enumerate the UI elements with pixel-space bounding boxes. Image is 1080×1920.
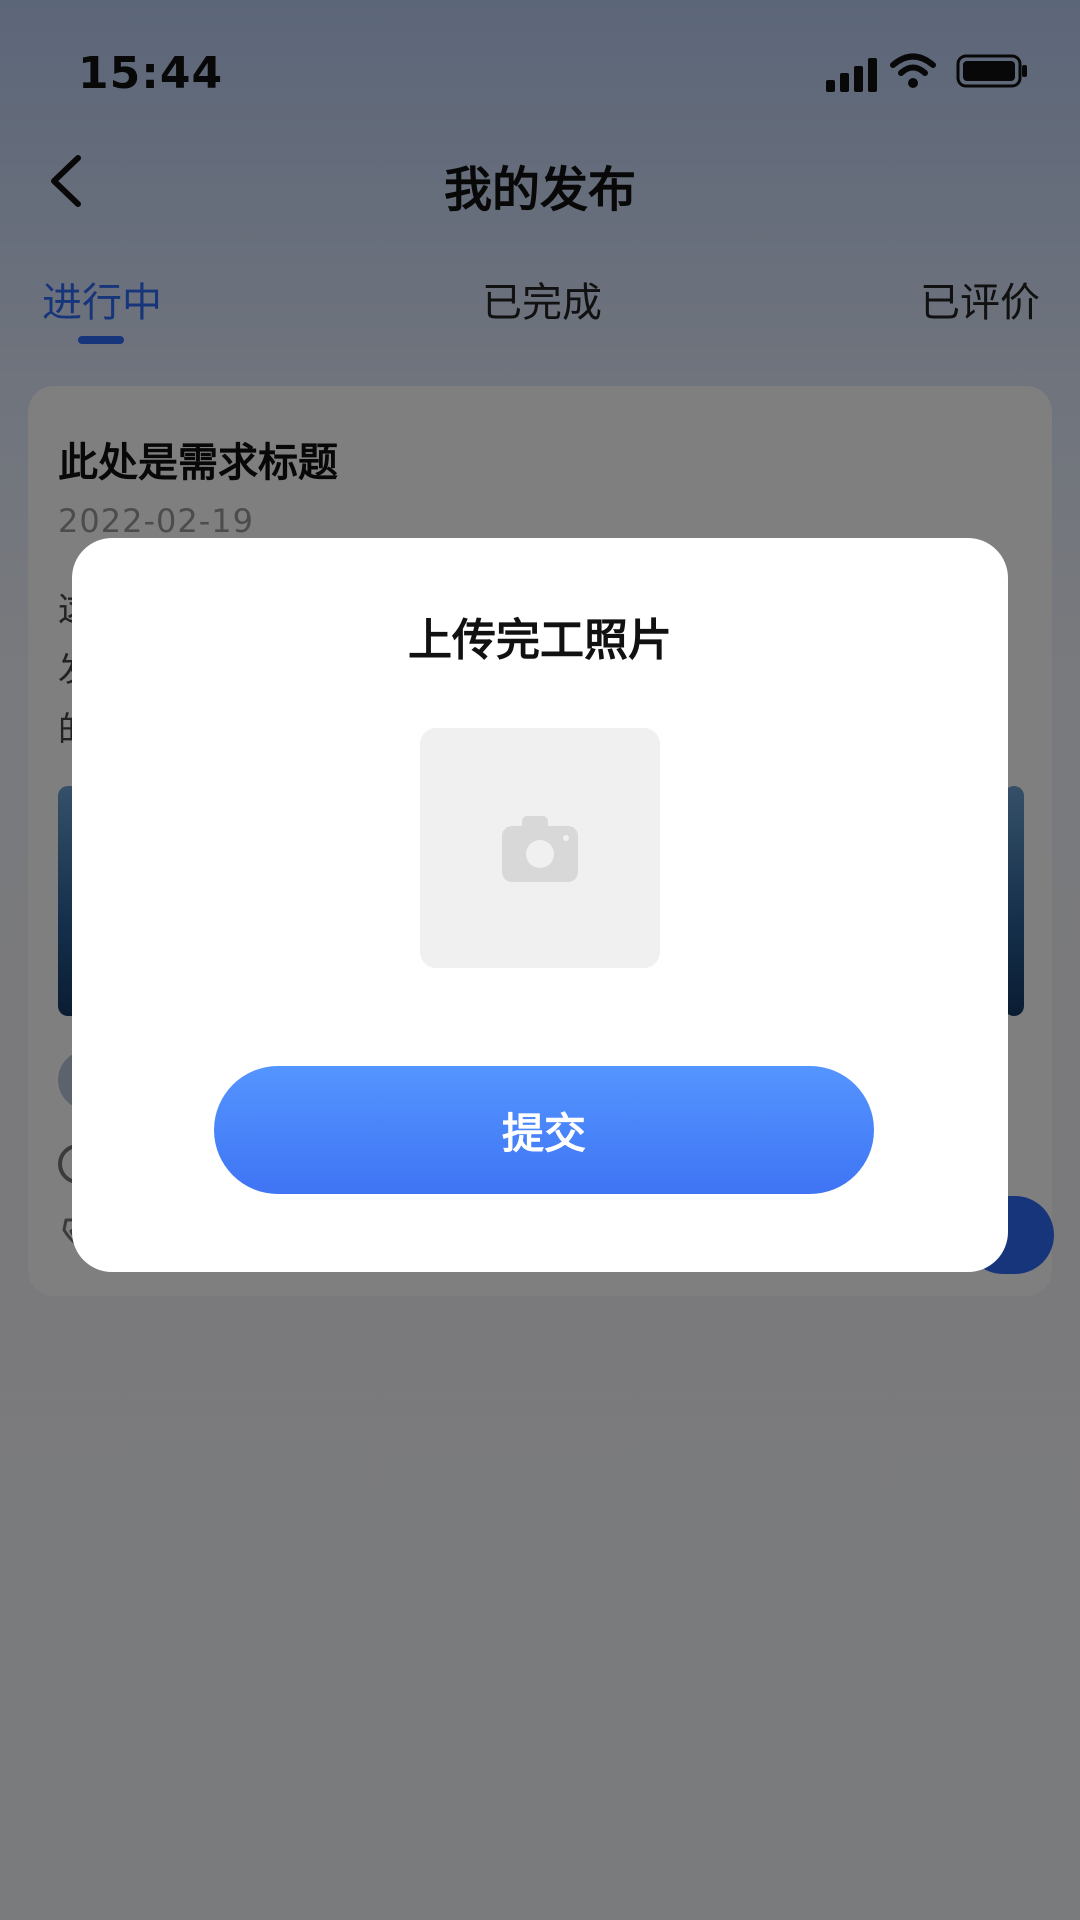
dialog-title: 上传完工照片 [408,615,672,666]
upload-photo-dialog: 上传完工照片 提交 [72,538,1008,1272]
camera-icon [502,816,578,882]
photo-upload-box[interactable] [420,728,660,968]
submit-button[interactable]: 提交 [214,1066,874,1194]
page: 15:44 我的发布 进行中 已完成 已评价 此处是需求标题 2022-02-1… [0,0,1080,1920]
